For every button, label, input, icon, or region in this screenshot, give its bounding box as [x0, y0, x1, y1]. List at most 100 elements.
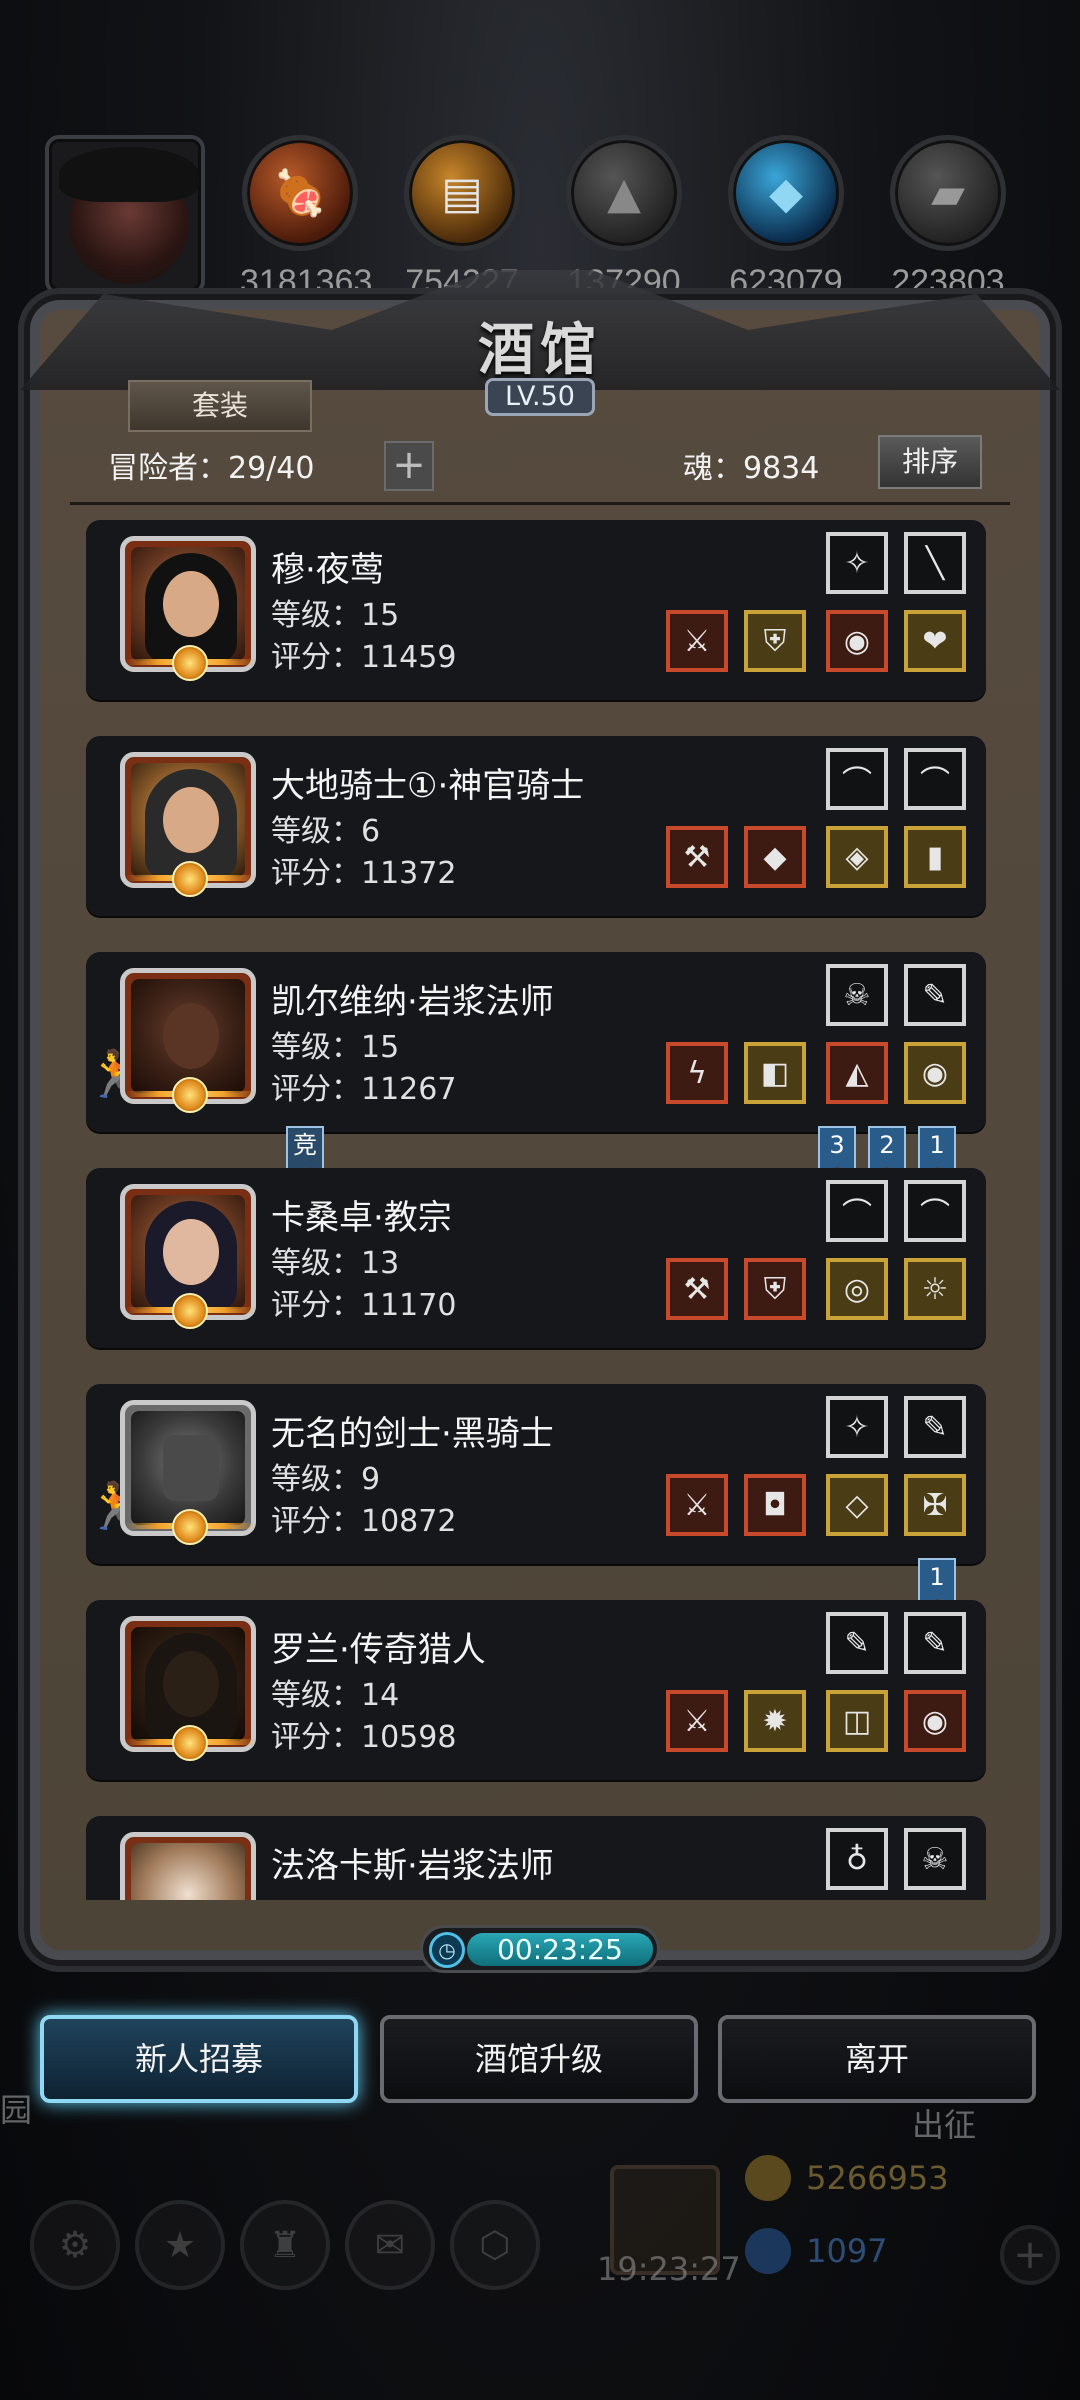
gem-icon [745, 2228, 791, 2274]
armor-slot-icon[interactable]: ⛨ [744, 1258, 806, 1320]
skill-slot-icon[interactable]: ╲ [904, 532, 966, 594]
skill-slot-icon[interactable]: ✎ [904, 1396, 966, 1458]
hero-card[interactable]: 穆·夜莺 等级：15 评分：11459 ✧ ╲ ⚔ ⛨ ◉ ❤ [86, 520, 986, 700]
hero-list[interactable]: 穆·夜莺 等级：15 评分：11459 ✧ ╲ ⚔ ⛨ ◉ ❤ 大地骑士①·神官… [86, 520, 986, 1900]
hero-name: 穆·夜莺 [271, 550, 384, 590]
accessory-slot-icon[interactable]: ◈ [826, 826, 888, 888]
trinket-slot-icon[interactable]: ❤ [904, 610, 966, 672]
hero-portrait[interactable] [120, 1832, 256, 1900]
skill-slot-icon[interactable]: ☠ [826, 964, 888, 1026]
rank-badge-icon [126, 645, 256, 681]
settings-icon[interactable]: ⚙ [30, 2200, 120, 2290]
tavern-info-row: 冒险者：29/40 + 魂：9834 排序 [108, 435, 982, 495]
weapon-slot-icon[interactable]: ⚔ [666, 610, 728, 672]
armor-slot-icon[interactable]: ✹ [744, 1690, 806, 1752]
trinket-slot-icon[interactable]: ◉ [904, 1042, 966, 1104]
wood-icon: ▤ [404, 135, 520, 251]
rank-badge-icon [126, 1725, 256, 1761]
sort-button[interactable]: 排序 [878, 435, 982, 489]
hero-card[interactable]: 罗兰·传奇猎人 等级：14 评分：10598 ✎ ✎ ⚔ ✹ ◫ ◉ [86, 1600, 986, 1780]
weapon-slot-icon[interactable]: ⚔ [666, 1690, 728, 1752]
skill-slot-icon[interactable]: ⌒ [826, 748, 888, 810]
hero-name: 罗兰·传奇猎人 [271, 1630, 486, 1670]
resource-meat[interactable]: 🍖 3181363 [240, 135, 372, 302]
hero-score: 评分：11267 [271, 1072, 457, 1107]
armor-slot-icon[interactable]: ◧ [744, 1042, 806, 1104]
rank-badge-icon [126, 861, 256, 897]
clock-icon: ◷ [429, 1932, 465, 1968]
cube-icon[interactable]: ⬡ [450, 2200, 540, 2290]
weapon-slot-icon[interactable]: ⚒ [666, 1258, 728, 1320]
accessory-slot-icon[interactable]: ◭ [826, 1042, 888, 1104]
recruit-button[interactable]: 新人招募 [40, 2015, 358, 2103]
skill-slot-icon[interactable]: ⌒ [904, 1180, 966, 1242]
gold-display: 5266953 [745, 2155, 949, 2201]
hero-name: 无名的剑士·黑骑士 [271, 1414, 554, 1454]
hero-level: 等级：9 [271, 1462, 381, 1497]
hero-score: 评分：10872 [271, 1504, 457, 1539]
bottom-menu: ⚙ ★ ♜ ✉ ⬡ [30, 2200, 540, 2290]
running-figure-icon: 🏃 [86, 1479, 144, 1533]
hero-score: 评分：11459 [271, 640, 457, 675]
trinket-slot-icon[interactable]: ▮ [904, 826, 966, 888]
skill-slot-icon[interactable]: ✎ [826, 1612, 888, 1674]
armor-slot-icon[interactable]: ◆ [744, 826, 806, 888]
panel-title: 酒馆 [478, 317, 602, 383]
skill-slot-icon[interactable]: ☠ [904, 1828, 966, 1890]
skill-slot-icon[interactable]: ⌒ [826, 1180, 888, 1242]
add-slot-button[interactable]: + [384, 441, 434, 491]
trinket-slot-icon[interactable]: ◉ [904, 1690, 966, 1752]
hero-score: 评分：10598 [271, 1720, 457, 1755]
weapon-slot-icon[interactable]: ⚒ [666, 826, 728, 888]
mail-icon[interactable]: ✉ [345, 2200, 435, 2290]
skill-slot-icon[interactable]: ✧ [826, 1396, 888, 1458]
rank-badge-icon [126, 1509, 256, 1545]
resource-iron[interactable]: ▰ 223803 [888, 135, 1008, 302]
skill-slot-icon[interactable]: ⌒ [904, 748, 966, 810]
hero-level: 等级：6 [271, 814, 381, 849]
coin-icon [745, 2155, 791, 2201]
add-resource-icon[interactable]: + [1000, 2225, 1060, 2285]
armor-slot-icon[interactable]: ⛨ [744, 610, 806, 672]
meat-icon: 🍖 [242, 135, 358, 251]
skill-slot-icon[interactable]: ✎ [904, 1612, 966, 1674]
adventurer-count: 冒险者：29/40 [108, 451, 315, 486]
crystal-icon: ◆ [728, 135, 844, 251]
hero-card[interactable]: 🏃 无名的剑士·黑骑士 等级：9 评分：10872 ✧ ✎ ⚔ ◘ ◇ ✠ [86, 1384, 986, 1564]
hero-card[interactable]: 法洛卡斯·岩浆法师 ♁ ☠ [86, 1816, 986, 1900]
countdown-timer: ◷ 00:23:25 [420, 1925, 660, 1973]
skill-slot-icon[interactable]: ✧ [826, 532, 888, 594]
armor-slot-icon[interactable]: ◘ [744, 1474, 806, 1536]
trinket-slot-icon[interactable]: ✠ [904, 1474, 966, 1536]
accessory-slot-icon[interactable]: ◎ [826, 1258, 888, 1320]
accessory-slot-icon[interactable]: ◉ [826, 610, 888, 672]
accessory-slot-icon[interactable]: ◫ [826, 1690, 888, 1752]
divider [70, 502, 1010, 505]
hero-level: 等级：13 [271, 1246, 400, 1281]
skill-slot-icon[interactable]: ✎ [904, 964, 966, 1026]
running-figure-icon: 🏃 [86, 1047, 144, 1101]
star-icon[interactable]: ★ [135, 2200, 225, 2290]
weapon-slot-icon[interactable]: ϟ [666, 1042, 728, 1104]
suit-tab[interactable]: 套装 [128, 380, 312, 432]
hero-card[interactable]: 大地骑士①·神官骑士 等级：6 评分：11372 ⌒ ⌒ ⚒ ◆ ◈ ▮ [86, 736, 986, 916]
weapon-slot-icon[interactable]: ⚔ [666, 1474, 728, 1536]
hero-card[interactable]: 卡桑卓·教宗 等级：13 评分：11170 ⌒ ⌒ ⚒ ⛨ ◎ ☼ [86, 1168, 986, 1348]
hero-card[interactable]: 🏃 凯尔维纳·岩浆法师 等级：15 评分：11267 ☠ ✎ ϟ ◧ ◭ ◉ [86, 952, 986, 1132]
castle-icon[interactable]: ♜ [240, 2200, 330, 2290]
soul-count: 魂：9834 [683, 451, 820, 486]
upgrade-tavern-button[interactable]: 酒馆升级 [380, 2015, 698, 2103]
hero-level: 等级：15 [271, 1030, 400, 1065]
accessory-slot-icon[interactable]: ◇ [826, 1474, 888, 1536]
resource-crystal[interactable]: ◆ 623079 [726, 135, 846, 302]
player-avatar[interactable] [45, 135, 205, 295]
gem-display: 1097 [745, 2228, 888, 2274]
hero-score: 评分：11372 [271, 856, 457, 891]
tavern-level-badge: LV.50 [485, 378, 595, 416]
leave-button[interactable]: 离开 [718, 2015, 1036, 2103]
skill-slot-icon[interactable]: ♁ [826, 1828, 888, 1890]
iron-icon: ▰ [890, 135, 1006, 251]
trinket-slot-icon[interactable]: ☼ [904, 1258, 966, 1320]
stone-icon: ▲ [566, 135, 682, 251]
hero-level: 等级：14 [271, 1678, 400, 1713]
